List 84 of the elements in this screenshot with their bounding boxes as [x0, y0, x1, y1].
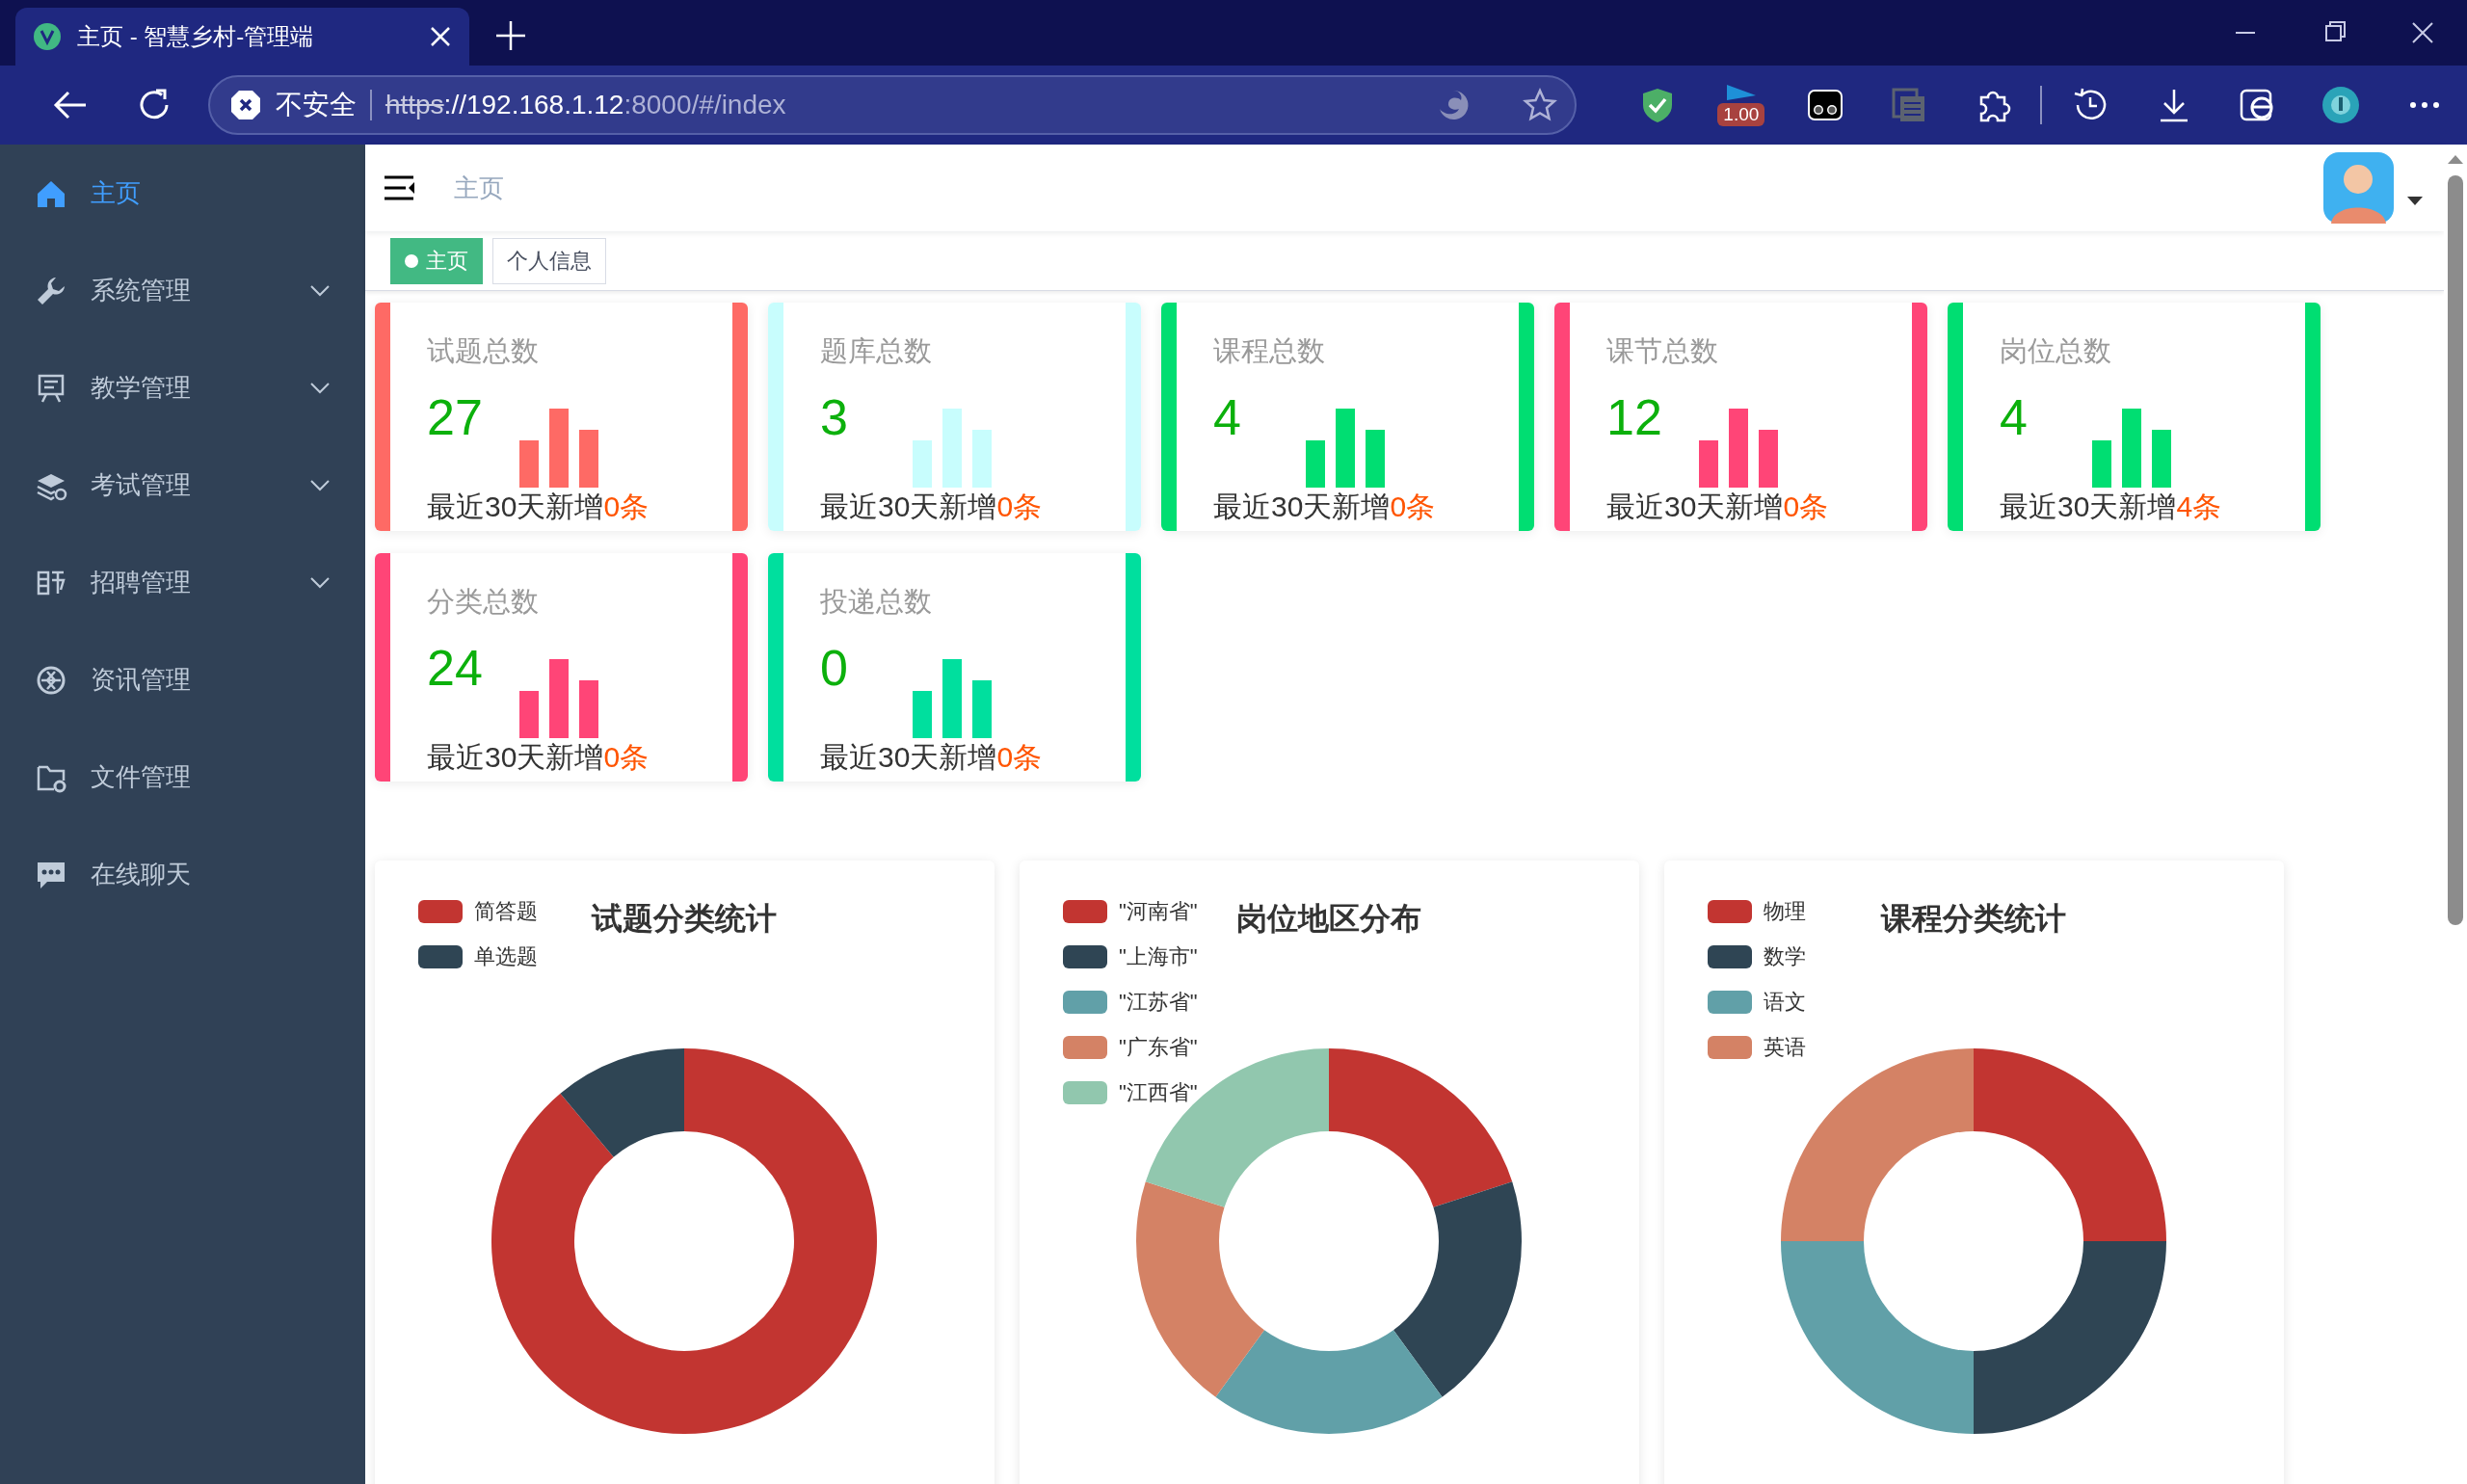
- bar-chart-icon: [913, 659, 994, 738]
- stat-value: 4: [2000, 388, 2029, 447]
- legend-label[interactable]: 物理: [1764, 895, 1806, 927]
- legend-label[interactable]: "河南省": [1119, 895, 1198, 927]
- stat-title: 课节总数: [1606, 334, 1719, 368]
- star-icon[interactable]: [1523, 88, 1558, 122]
- sidebar-item[interactable]: 主页: [0, 145, 365, 242]
- bar-chart-icon: [519, 409, 600, 488]
- browser-tab[interactable]: 主页 - 智慧乡村-管理端: [15, 8, 469, 66]
- legend-swatch[interactable]: [1063, 990, 1107, 1014]
- legend-swatch[interactable]: [1708, 1035, 1752, 1059]
- sidebar-item[interactable]: 在线聊天: [0, 826, 365, 923]
- stat-count: 0条: [603, 490, 650, 522]
- legend-swatch[interactable]: [1708, 899, 1752, 923]
- legend-swatch[interactable]: [1708, 944, 1752, 968]
- sidebar-item[interactable]: 系统管理: [0, 242, 365, 339]
- stat-value: 3: [820, 388, 849, 447]
- stat-note: 最近30天新增: [1606, 490, 1784, 522]
- extension-badge: 1.00: [1717, 103, 1765, 126]
- stat-note: 最近30天新增: [1213, 490, 1391, 522]
- stat-value: 12: [1606, 388, 1663, 447]
- stat-note: 最近30天新增: [427, 490, 604, 522]
- new-tab-icon[interactable]: [494, 19, 527, 52]
- play-icon[interactable]: [1724, 84, 1758, 101]
- menu-icon[interactable]: [385, 174, 415, 201]
- sidebar-item[interactable]: 考试管理: [0, 437, 365, 534]
- bar-chart-icon: [913, 409, 994, 488]
- stat-value: 0: [820, 639, 849, 698]
- stat-count: 0条: [1783, 490, 1829, 522]
- sidebar-item[interactable]: 招聘管理: [0, 534, 365, 631]
- legend-swatch[interactable]: [418, 899, 463, 923]
- legend-label[interactable]: "广东省": [1119, 1031, 1198, 1063]
- legend-swatch[interactable]: [1063, 899, 1107, 923]
- sidebar-item[interactable]: 文件管理: [0, 729, 365, 826]
- stat-title: 分类总数: [427, 585, 540, 619]
- legend-label[interactable]: "江西省": [1119, 1076, 1198, 1108]
- legend-swatch[interactable]: [418, 944, 463, 968]
- legend-swatch[interactable]: [1063, 1080, 1107, 1104]
- scroll-up-icon[interactable]: [2448, 154, 2463, 164]
- security-label: 不安全: [275, 89, 357, 121]
- not-secure-icon: [228, 89, 262, 121]
- legend-label[interactable]: 简答题: [474, 895, 538, 927]
- legend-label[interactable]: 数学: [1764, 941, 1806, 972]
- stat-value: 24: [427, 639, 484, 698]
- address-bar[interactable]: 不安全 https://192.168.1.12:8000/#/index: [207, 75, 1578, 135]
- sidebar-item[interactable]: 教学管理: [0, 339, 365, 437]
- stat-count: 0条: [996, 741, 1043, 773]
- bar-chart-icon: [1699, 409, 1780, 488]
- legend-label[interactable]: "上海市": [1119, 941, 1198, 972]
- page-tag[interactable]: 个人信息: [492, 237, 606, 284]
- caret-down-icon[interactable]: [2405, 195, 2425, 206]
- stat-count: 4条: [2176, 490, 2222, 522]
- stat-note: 最近30天新增: [820, 741, 997, 773]
- bar-chart-icon: [519, 659, 600, 738]
- chart-title: 课程分类统计: [1881, 900, 2066, 938]
- sidebar-item[interactable]: 资讯管理: [0, 631, 365, 729]
- stat-note: 最近30天新增: [427, 741, 604, 773]
- stat-count: 0条: [603, 741, 650, 773]
- stat-note: 最近30天新增: [820, 490, 997, 522]
- stat-value: 4: [1213, 388, 1242, 447]
- legend-swatch[interactable]: [1708, 990, 1752, 1014]
- stat-value: 27: [427, 388, 484, 447]
- close-icon[interactable]: [429, 25, 452, 48]
- legend-label[interactable]: 英语: [1764, 1031, 1806, 1063]
- url-text[interactable]: https://192.168.1.12:8000/#/index: [385, 85, 1423, 125]
- chart-title: 岗位地区分布: [1236, 900, 1421, 938]
- legend-label[interactable]: 单选题: [474, 941, 538, 972]
- stat-count: 0条: [996, 490, 1043, 522]
- legend-label[interactable]: "江苏省": [1119, 986, 1198, 1018]
- profile-avatar-icon[interactable]: [2321, 86, 2361, 124]
- bar-chart-icon: [1306, 409, 1387, 488]
- stat-title: 岗位总数: [2000, 334, 2112, 368]
- legend-swatch[interactable]: [1063, 1035, 1107, 1059]
- legend-label[interactable]: 语文: [1764, 986, 1806, 1018]
- stat-note: 最近30天新增: [2000, 490, 2177, 522]
- stat-count: 0条: [1390, 490, 1436, 522]
- bar-chart-icon: [2092, 409, 2173, 488]
- stat-title: 投递总数: [820, 585, 933, 619]
- stat-title: 课程总数: [1213, 334, 1326, 368]
- chart-title: 试题分类统计: [592, 900, 777, 938]
- legend-swatch[interactable]: [1063, 944, 1107, 968]
- breadcrumb-item: 主页: [454, 172, 505, 204]
- stat-title: 试题总数: [427, 334, 540, 368]
- stat-title: 题库总数: [820, 334, 933, 368]
